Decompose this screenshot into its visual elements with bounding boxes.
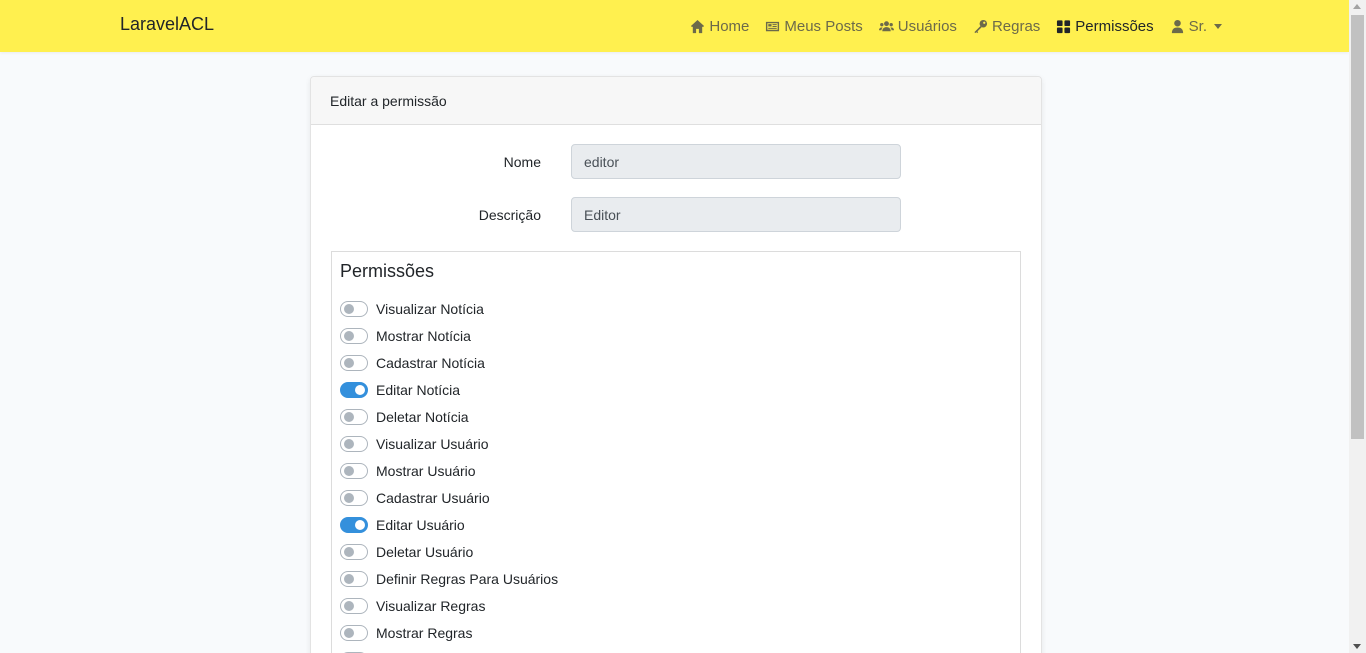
permission-toggle[interactable]: [340, 408, 368, 425]
permission-toggle[interactable]: [340, 354, 368, 371]
permission-item[interactable]: Deletar Notícia: [340, 403, 558, 430]
permission-item[interactable]: Cadastrar Regras: [340, 646, 558, 653]
permission-toggle[interactable]: [340, 570, 368, 587]
key-icon: [974, 19, 987, 33]
vertical-scrollbar[interactable]: [1349, 0, 1366, 653]
toggle-knob: [344, 411, 354, 422]
home-icon: [691, 19, 705, 33]
scroll-down-arrow-icon[interactable]: [1353, 644, 1361, 649]
th-large-icon: [1057, 19, 1071, 33]
name-label: Nome: [503, 154, 541, 170]
permission-item[interactable]: Editar Usuário: [340, 511, 558, 538]
permission-label: Mostrar Regras: [376, 624, 473, 641]
permission-item[interactable]: Visualizar Usuário: [340, 430, 558, 457]
permission-label: Definir Regras Para Usuários: [376, 570, 559, 587]
scroll-thumb[interactable]: [1351, 15, 1364, 439]
toggle-knob: [344, 546, 354, 557]
permission-item[interactable]: Visualizar Notícia: [340, 295, 558, 322]
card-header: Editar a permissão: [311, 77, 1041, 125]
toggle-knob: [344, 627, 354, 638]
toggle-knob: [344, 492, 354, 503]
permission-toggle[interactable]: [340, 624, 368, 641]
nav-item-regras[interactable]: Regras: [973, 18, 1040, 35]
nav-item-label: Usuários: [897, 17, 957, 35]
permission-toggle[interactable]: [340, 327, 368, 344]
brand-logo[interactable]: LaravelACL: [120, 14, 214, 35]
scroll-up-arrow-icon[interactable]: [1353, 4, 1361, 9]
permission-label: Cadastrar Notícia: [376, 354, 485, 371]
permission-item[interactable]: Visualizar Regras: [340, 592, 558, 619]
toggle-knob: [355, 384, 365, 395]
nav-item-label: Regras: [991, 17, 1041, 35]
description-label: Descrição: [478, 207, 541, 223]
description-row: Descrição Editor: [311, 197, 1041, 234]
nav-item-usuarios[interactable]: Usuários: [878, 17, 957, 35]
permission-toggle[interactable]: [340, 381, 368, 398]
toggle-knob: [344, 600, 354, 611]
page: LaravelACL Home Meus Posts Usuários Regr…: [0, 0, 1349, 653]
permissions-box: Permissões Visualizar Notícia Mostrar No…: [331, 251, 1021, 653]
caret-down-icon: [1214, 23, 1222, 29]
permission-item[interactable]: Mostrar Notícia: [340, 322, 558, 349]
nav-item-home[interactable]: Home: [690, 18, 749, 35]
toggle-knob: [355, 519, 365, 530]
toggle-knob: [344, 465, 354, 476]
toggle-knob: [344, 303, 354, 314]
permission-toggle[interactable]: [340, 462, 368, 479]
permissions-list: Visualizar Notícia Mostrar Notícia Cadas…: [340, 295, 558, 653]
toggle-knob: [344, 330, 354, 341]
nav-item-label: Meus Posts: [784, 17, 863, 35]
user-name: Sr.: [1188, 17, 1207, 35]
permission-item[interactable]: Deletar Usuário: [340, 538, 558, 565]
permission-label: Visualizar Usuário: [376, 435, 489, 452]
permission-item[interactable]: Mostrar Regras: [340, 619, 558, 646]
permission-toggle[interactable]: [340, 543, 368, 560]
permission-label: Editar Usuário: [376, 516, 465, 533]
nav-item-permissoes[interactable]: Permissões: [1056, 17, 1154, 35]
name-input[interactable]: editor: [571, 144, 901, 179]
permission-label: Deletar Usuário: [376, 543, 474, 560]
permission-label: Editar Notícia: [376, 381, 461, 398]
permission-label: Mostrar Notícia: [376, 327, 471, 344]
permission-toggle[interactable]: [340, 300, 368, 317]
description-input[interactable]: Editor: [571, 197, 901, 232]
permission-item[interactable]: Cadastrar Usuário: [340, 484, 558, 511]
permission-toggle[interactable]: [340, 597, 368, 614]
permission-label: Visualizar Regras: [376, 597, 486, 614]
nav-menu: Home Meus Posts Usuários Regras Permissõ…: [674, 0, 1222, 52]
permission-item[interactable]: Cadastrar Notícia: [340, 349, 558, 376]
nav-item-label: Home: [709, 17, 750, 35]
toggle-knob: [344, 438, 354, 449]
toggle-knob: [344, 573, 354, 584]
toggle-knob: [344, 357, 354, 368]
user-dropdown[interactable]: Sr.: [1170, 18, 1222, 35]
user-icon: [1171, 19, 1183, 33]
permission-toggle[interactable]: [340, 489, 368, 506]
permission-label: Deletar Notícia: [376, 408, 469, 425]
permission-toggle[interactable]: [340, 516, 368, 533]
permission-label: Mostrar Usuário: [376, 462, 476, 479]
permission-label: Cadastrar Usuário: [376, 489, 490, 506]
permission-item[interactable]: Mostrar Usuário: [340, 457, 558, 484]
permission-item[interactable]: Definir Regras Para Usuários: [340, 565, 558, 592]
newspaper-icon: [766, 21, 780, 31]
permission-item[interactable]: Editar Notícia: [340, 376, 558, 403]
users-icon: [878, 20, 894, 31]
nav-item-label: Permissões: [1075, 17, 1154, 35]
name-row: Nome editor: [311, 144, 1041, 181]
navbar: LaravelACL Home Meus Posts Usuários Regr…: [0, 0, 1349, 52]
permissions-title: Permissões: [340, 261, 435, 281]
nav-item-meus-posts[interactable]: Meus Posts: [765, 17, 863, 35]
permission-toggle[interactable]: [340, 435, 368, 452]
edit-permission-card: Editar a permissão Nome editor Descrição…: [310, 76, 1042, 653]
permission-label: Visualizar Notícia: [376, 300, 484, 317]
